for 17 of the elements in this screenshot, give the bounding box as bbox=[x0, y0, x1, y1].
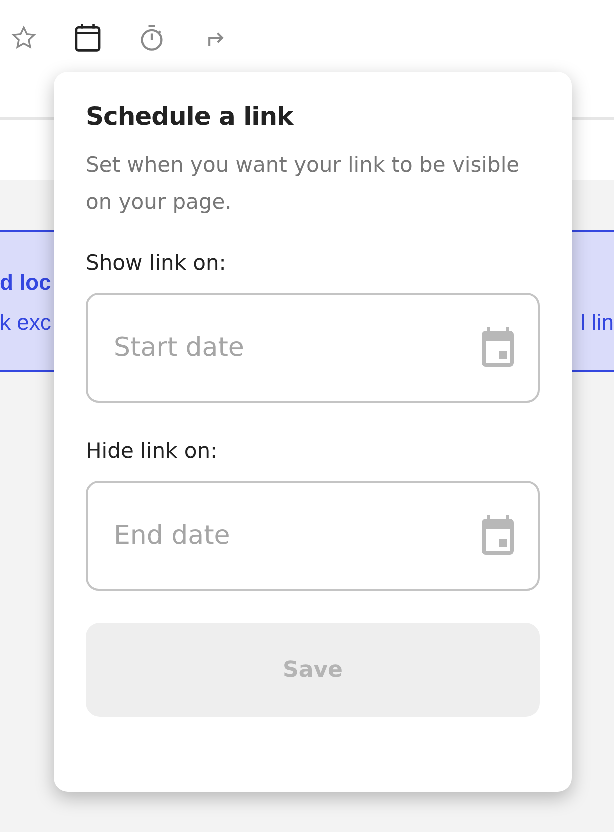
timer-button[interactable] bbox=[138, 24, 166, 52]
date-field[interactable]: End date bbox=[86, 481, 540, 591]
banner-text: d loc bbox=[0, 269, 52, 297]
field-label: Show link on: bbox=[86, 251, 228, 275]
calendar-icon bbox=[74, 23, 102, 53]
calendar-icon[interactable] bbox=[480, 515, 516, 555]
date-field[interactable]: Start date bbox=[86, 293, 540, 403]
star-button[interactable] bbox=[10, 24, 38, 52]
stopwatch-icon bbox=[139, 24, 165, 52]
banner-text: k exc bbox=[0, 309, 52, 337]
star-icon bbox=[11, 25, 37, 51]
popover-title: Schedule a link bbox=[86, 102, 295, 131]
banner-text: l lin bbox=[580, 309, 614, 337]
calendar-icon[interactable] bbox=[480, 327, 516, 367]
field-label: Hide link on: bbox=[86, 439, 219, 463]
calendar-button[interactable] bbox=[74, 24, 102, 52]
popover-description: Set when you want your link to be visible on your page. bbox=[86, 152, 521, 216]
